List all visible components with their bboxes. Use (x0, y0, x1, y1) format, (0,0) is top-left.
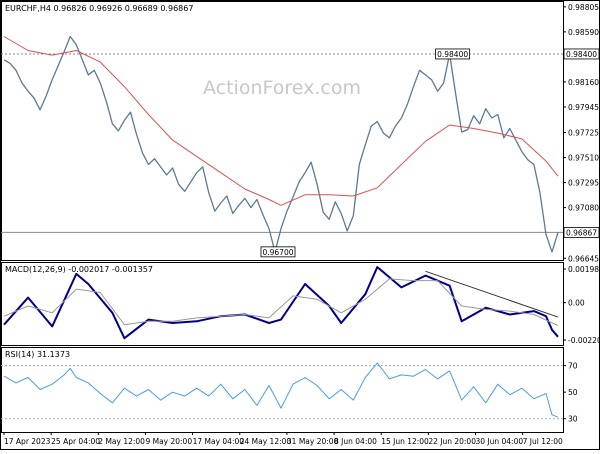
rsi-y-tick-label: 30 (568, 415, 578, 424)
price-y-tick-label: 0.98805 (568, 3, 599, 12)
price-y-tick-label: 0.96645 (568, 254, 599, 263)
price-y-tick-label: 0.98160 (568, 78, 599, 87)
price-annotation: 0.96700 (262, 248, 293, 257)
price-header: EURCHF,H4 0.96826 0.96926 0.96689 0.9686… (5, 4, 193, 13)
price-y-tick-label: 0.97080 (568, 204, 599, 213)
macd-y-tick-label: -0.002208 (568, 336, 600, 345)
price-ref-label: 0.96867 (566, 228, 597, 237)
x-tick-label: 25 Apr 04:00 (51, 437, 100, 446)
price-y-tick-label: 0.97945 (568, 103, 599, 112)
price-annotation: 0.98400 (437, 50, 468, 59)
chart-root: EURCHF,H4 0.96826 0.96926 0.96689 0.9686… (0, 0, 600, 450)
price-y-tick-label: 0.97510 (568, 154, 599, 163)
price-y-tick-label: 0.98590 (568, 28, 599, 37)
rsi-y-tick-label: 70 (568, 362, 578, 371)
x-tick-label: 30 Jun 04:00 (475, 437, 523, 446)
x-tick-label: 24 May 12:00 (240, 437, 292, 446)
x-tick-label: 17 May 04:00 (193, 437, 245, 446)
x-tick-label: 2 May 12:00 (98, 437, 145, 446)
x-tick-label: 9 May 20:00 (145, 437, 192, 446)
x-tick-label: 8 Jun 04:00 (334, 437, 377, 446)
price-y-tick-label: 0.97725 (568, 129, 599, 138)
price-y-tick-label: 0.97295 (568, 179, 599, 188)
x-tick-label: 7 Jul 12:00 (523, 437, 563, 446)
macd-y-tick-label: 0.00 (568, 299, 585, 308)
rsi-y-tick-label: 50 (568, 388, 578, 397)
macd-header: MACD(12,26,9) -0.002017 -0.001357 (5, 265, 153, 274)
watermark: ActionForex.com (203, 77, 361, 99)
chart-frame (1, 1, 600, 450)
chart-svg: EURCHF,H4 0.96826 0.96926 0.96689 0.9686… (0, 0, 600, 450)
rsi-header: RSI(14) 31.1373 (5, 350, 70, 359)
macd-y-tick-label: 0.001984 (568, 265, 600, 274)
x-tick-label: 17 Apr 2023 (4, 437, 51, 446)
x-tick-label: 31 May 20:00 (287, 437, 339, 446)
x-tick-label: 15 Jun 12:00 (381, 437, 429, 446)
price-ref-label: 0.98400 (566, 50, 597, 59)
x-tick-label: 22 Jun 20:00 (428, 437, 476, 446)
